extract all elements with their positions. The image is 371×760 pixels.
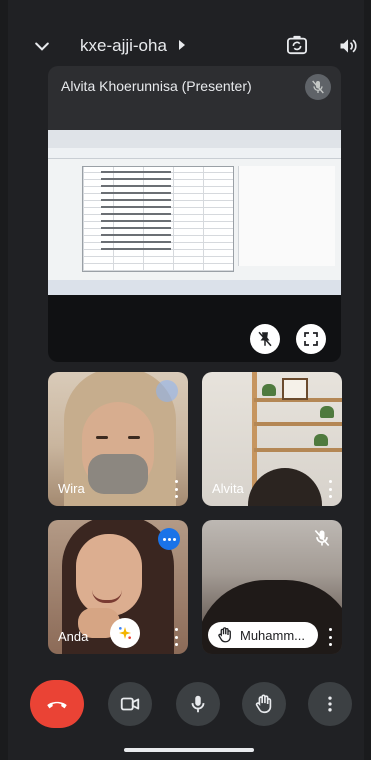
speaker-icon[interactable] (338, 36, 358, 56)
video-head (248, 468, 322, 506)
meet-screen: kxe-ajji-oha Alvita Khoerunnisa (Present… (8, 0, 364, 760)
camera-button[interactable] (108, 682, 152, 726)
meeting-code[interactable]: kxe-ajji-oha (80, 36, 167, 56)
mic-off-icon (314, 529, 330, 547)
fullscreen-button[interactable] (296, 324, 326, 354)
mic-off-icon (312, 80, 324, 94)
ribbon (48, 130, 341, 148)
participant-tile-alvita[interactable]: Alvita (202, 372, 342, 506)
call-controls (8, 680, 364, 738)
chevron-down-icon[interactable] (32, 36, 52, 56)
participant-tile-muhammad[interactable]: Muhamm... (202, 520, 342, 654)
video-mask (88, 454, 148, 494)
picture-frame (282, 378, 308, 400)
plant (320, 406, 334, 418)
participant-tile-wira[interactable]: Wira (48, 372, 188, 506)
plant (262, 384, 276, 396)
participant-name: Alvita (212, 481, 244, 496)
more-horiz-icon[interactable] (158, 528, 180, 550)
sheet-grid (82, 166, 234, 272)
unpin-button[interactable] (250, 324, 280, 354)
presenter-name: Alvita Khoerunnisa (Presenter) (61, 78, 252, 94)
presenter-tile[interactable]: Alvita Khoerunnisa (Presenter) (48, 66, 341, 362)
hand-icon (218, 627, 231, 643)
shelf (254, 422, 342, 426)
shared-screen (48, 130, 341, 362)
ribbon-toolbar (48, 148, 341, 159)
fullscreen-icon (304, 332, 318, 346)
top-bar: kxe-ajji-oha (8, 26, 364, 66)
video-eye (128, 436, 140, 439)
presenter-mic-off-badge (305, 74, 331, 100)
participant-name: Anda (58, 629, 89, 644)
raise-hand-button[interactable] (242, 682, 286, 726)
speaking-indicator (156, 380, 178, 402)
more-vert-icon (328, 696, 332, 712)
participant-name: Muhamm... (240, 627, 306, 643)
spreadsheet-preview (48, 130, 341, 295)
participant-tile-anda[interactable]: Anda (48, 520, 188, 654)
more-vert-icon[interactable] (324, 628, 336, 646)
caret-right-icon[interactable] (178, 38, 186, 52)
sheet-side-panel (238, 166, 335, 266)
more-vert-icon[interactable] (324, 480, 336, 498)
home-indicator[interactable] (124, 748, 254, 752)
video-eye (96, 436, 108, 439)
end-call-button[interactable] (30, 680, 84, 728)
desktop-taskbar (48, 280, 341, 295)
more-vert-icon[interactable] (170, 628, 182, 646)
more-vert-icon[interactable] (170, 480, 182, 498)
microphone-button[interactable] (176, 682, 220, 726)
participant-name: Wira (58, 481, 85, 496)
more-options-button[interactable] (308, 682, 352, 726)
unpin-icon (258, 331, 272, 347)
shelf (254, 448, 342, 452)
end-call-icon (47, 701, 67, 709)
sparkle-icon (119, 627, 131, 639)
hand-icon (255, 694, 272, 714)
plant (314, 434, 328, 446)
camera-switch-icon[interactable] (286, 35, 308, 55)
video-face (76, 534, 142, 616)
effects-button[interactable] (110, 618, 140, 648)
video-icon (120, 697, 140, 711)
mic-icon (191, 695, 205, 713)
raised-hand-chip: Muhamm... (208, 622, 318, 648)
